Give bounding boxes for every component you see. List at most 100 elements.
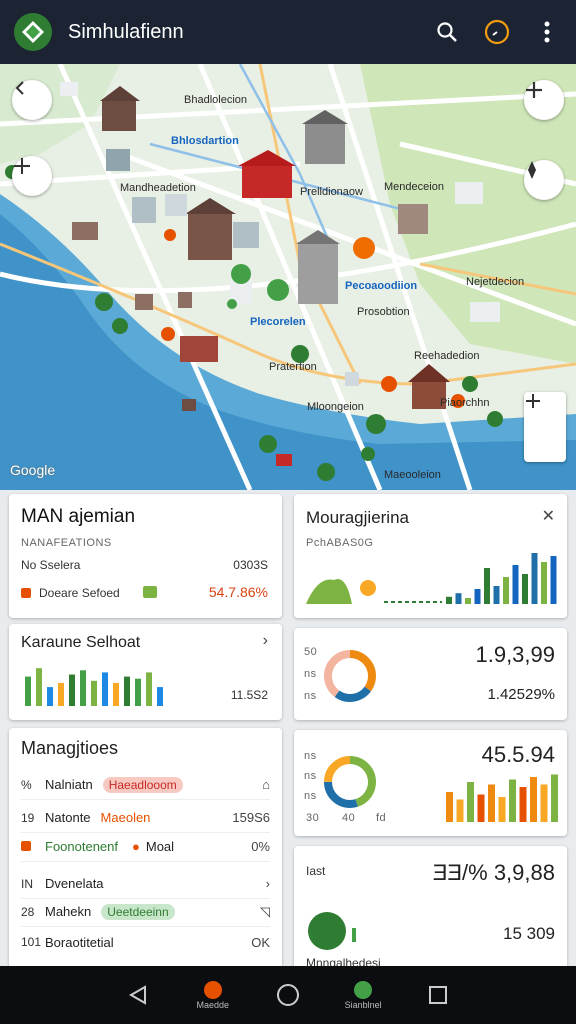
- crosshair-icon: [14, 158, 30, 174]
- alert-icon: [203, 981, 222, 999]
- school-card[interactable]: Karaune Selhoat › 11.5S2: [9, 624, 282, 720]
- chart-bar: [47, 687, 53, 706]
- timer-icon[interactable]: [482, 17, 512, 47]
- list-item[interactable]: IN Dvenelata ›: [21, 869, 270, 899]
- list-item[interactable]: 101 Boraotitetial OK: [21, 927, 270, 957]
- map-label: Bhadlolecion: [184, 94, 247, 106]
- status-badge: Ueetdeeinn: [101, 903, 175, 920]
- card-value: 15 309: [503, 924, 555, 943]
- chart-bar: [102, 672, 108, 706]
- expand-icon[interactable]: ◹: [260, 904, 270, 920]
- bottom-nav: Maedde Sianblnel: [0, 966, 576, 1024]
- zoom-controls: [524, 392, 566, 462]
- back-button[interactable]: [12, 80, 52, 120]
- orange-bar-chart: [446, 774, 558, 822]
- map-label: Pecoaoodiion: [345, 280, 418, 292]
- chart-bar: [446, 792, 453, 822]
- card-percent: 1.42529%: [487, 686, 555, 703]
- nav-item-simulation[interactable]: Sianblnel: [333, 970, 393, 1020]
- back-triangle-icon: [128, 985, 146, 1005]
- chart-bar: [58, 682, 64, 706]
- chart-bar: [36, 668, 42, 706]
- nav-item-alerts[interactable]: Maedde: [183, 970, 243, 1020]
- summary-card[interactable]: Iast ƎƎ/% 3,9,88 15 309 Mnngalhedesi: [294, 846, 567, 970]
- map-label: Mendeceion: [384, 181, 444, 193]
- card-title: MAN ajemian: [21, 506, 136, 527]
- row-label: No Sselera: [21, 558, 81, 572]
- card-value: 11.5S2: [230, 688, 268, 702]
- map-view[interactable]: Bhadlolecion Bhlosdartion Mandheadetion …: [0, 64, 576, 490]
- donut-bars-card[interactable]: ns ns ns 30 40 fd 45.5.94: [294, 730, 567, 836]
- plus-icon: [526, 82, 542, 98]
- nav-back[interactable]: [108, 970, 168, 1020]
- home-circle-icon: [276, 984, 299, 1006]
- chevron-right-icon[interactable]: ›: [266, 876, 270, 891]
- map-attribution: Google: [10, 462, 56, 478]
- chart-bar: [157, 687, 163, 706]
- chart-bar: [498, 797, 506, 822]
- chart-bar: [124, 676, 130, 706]
- chart-bar: [503, 577, 509, 604]
- card-title: Managjtioes: [21, 738, 119, 758]
- more-vert-icon[interactable]: [532, 17, 562, 47]
- map-label: Piaorchhn: [440, 397, 490, 409]
- chart-bar: [91, 680, 97, 706]
- list-item[interactable]: Foonotenenf ● Moal 0%: [21, 832, 270, 862]
- map-label: Reehadedion: [414, 350, 480, 362]
- chart-bar: [446, 596, 452, 604]
- nav-recents[interactable]: [408, 970, 468, 1020]
- add-button[interactable]: [524, 80, 564, 120]
- donut-chart: [324, 650, 376, 702]
- map-label: Plecorelen: [250, 316, 306, 328]
- list-item[interactable]: % Nalniatn Haeadlooom ⌂: [21, 770, 270, 800]
- school-bar-chart: [25, 668, 163, 706]
- pin-icon: ●: [132, 839, 140, 854]
- zoom-out-button[interactable]: [524, 394, 566, 462]
- map-label: Maeooleion: [384, 469, 441, 481]
- search-icon[interactable]: [432, 17, 462, 47]
- flag-icon: [143, 586, 157, 598]
- map-label: Bhlosdartion: [171, 135, 239, 147]
- chart-bar: [541, 562, 547, 604]
- nav-home[interactable]: [258, 970, 318, 1020]
- compass-button[interactable]: [524, 160, 564, 200]
- chart-bar: [25, 676, 31, 706]
- mini-bar: [352, 928, 356, 942]
- status-badge: Haeadlooom: [102, 776, 183, 793]
- chevron-left-icon: [15, 81, 24, 95]
- plant-icon: [308, 912, 346, 950]
- sun-icon: [360, 580, 376, 596]
- managtiees-card[interactable]: Managjtioes % Nalniatn Haeadlooom ⌂ 19 N…: [9, 728, 282, 968]
- chart-bar: [550, 556, 557, 604]
- chart-bar: [531, 553, 538, 604]
- locate-button[interactable]: [12, 156, 52, 196]
- trend-chart: [306, 553, 557, 604]
- app-root: Simhulafienn Bhadlolecion Bhlosdartion M…: [0, 0, 576, 1024]
- side-label: ns: [304, 690, 317, 702]
- side-label: ns: [304, 668, 317, 680]
- chart-bar: [493, 586, 500, 604]
- list-item[interactable]: 19 Natonte Maeolen 159S6: [21, 803, 270, 833]
- map-label: Prelldionaow: [300, 186, 363, 198]
- chart-bar: [477, 794, 485, 822]
- chart-bar: [80, 670, 86, 706]
- compass-icon: [528, 161, 536, 179]
- chart-bar: [135, 678, 141, 706]
- leaf-icon: [354, 981, 373, 999]
- map-label: Pratertion: [269, 361, 317, 373]
- map-label: Prosobtion: [357, 306, 410, 318]
- chart-bar: [519, 787, 527, 822]
- app-title: Simhulafienn: [68, 20, 184, 43]
- chart-bar: [509, 779, 516, 822]
- chart-bar: [113, 682, 119, 706]
- side-label: 50: [304, 646, 318, 658]
- chart-bar: [551, 774, 558, 822]
- app-bar: Simhulafienn: [0, 0, 576, 64]
- mouragiering-card[interactable]: Mouragjierina ✕ PchABAS0G: [294, 494, 567, 618]
- home-icon[interactable]: ⌂: [262, 777, 270, 792]
- donut-card[interactable]: 50 ns ns 1.9,3,99 1.42529%: [294, 628, 567, 720]
- chart-bar: [474, 589, 481, 604]
- list-item[interactable]: 28 Mahekn Ueetdeeinn ◹: [21, 897, 270, 927]
- management-card[interactable]: MAN ajemian NANAFEATIONS No Sselera 0303…: [9, 494, 282, 618]
- chart-bar: [540, 784, 548, 822]
